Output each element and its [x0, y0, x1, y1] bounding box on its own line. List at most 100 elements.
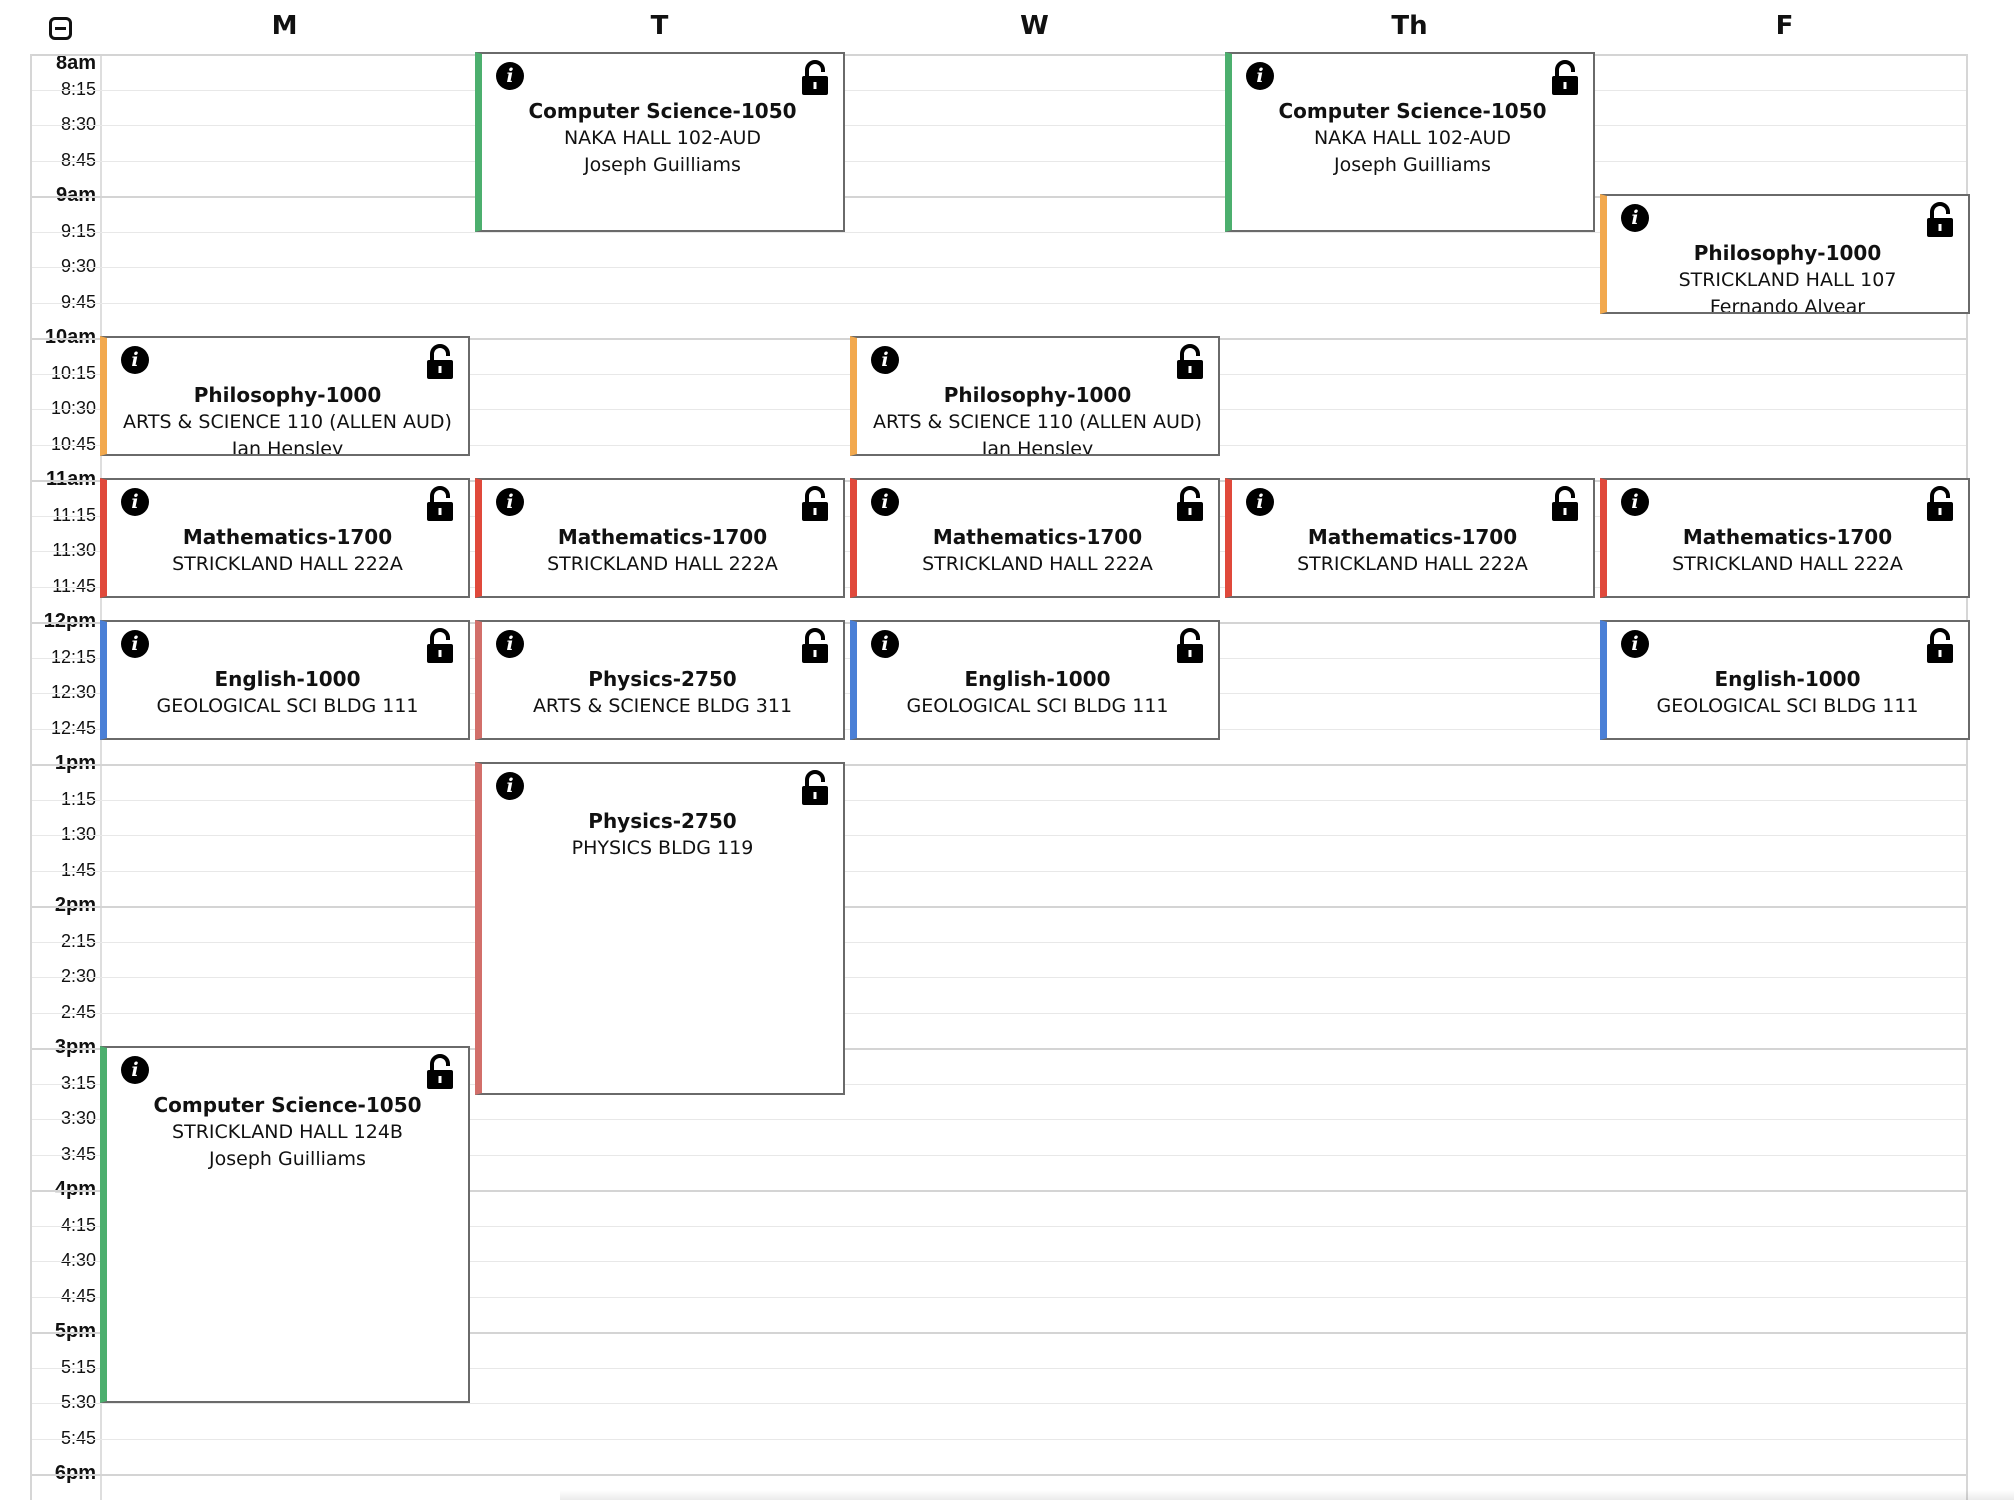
time-label: 10:30 [50, 398, 96, 418]
lock-icon[interactable] [800, 486, 830, 522]
time-label: 1:45 [60, 859, 96, 880]
info-icon[interactable]: i [496, 62, 524, 90]
time-label: 1pm [54, 752, 96, 774]
info-icon[interactable]: i [496, 772, 524, 800]
course-block[interactable]: i Philosophy-1000 ARTS & SCIENCE 110 (ALLE… [100, 336, 470, 457]
course-block[interactable]: i Physics-2750 PHYSICS BLDG 119 [475, 762, 845, 1096]
time-label: 8:15 [60, 78, 96, 99]
time-label: 9:15 [60, 220, 96, 241]
course-location: STRICKLAND HALL 107 [1678, 269, 1897, 291]
info-icon[interactable]: i [496, 630, 524, 658]
course-text: English-1000 GEOLOGICAL SCI BLDG 111 [1607, 666, 1968, 720]
info-icon[interactable]: i [871, 630, 899, 658]
time-label: 11:45 [52, 575, 96, 596]
course-text: Mathematics-1700 STRICKLAND HALL 222A [482, 524, 843, 578]
time-label: 10am [44, 326, 96, 348]
lock-icon[interactable] [1550, 60, 1580, 96]
course-block[interactable]: i Philosophy-1000 ARTS & SCIENCE 110 (ALLE… [850, 336, 1220, 457]
course-block[interactable]: i Philosophy-1000 STRICKLAND HALL 107 Ferna… [1600, 194, 1970, 315]
grid-line [32, 1474, 1966, 1476]
course-location: GEOLOGICAL SCI BLDG 111 [156, 695, 419, 717]
grid-line [32, 54, 1966, 56]
info-icon[interactable]: i [1621, 488, 1649, 516]
course-location: STRICKLAND HALL 222A [172, 553, 403, 575]
course-title: Mathematics-1700 [1307, 525, 1518, 549]
info-icon[interactable]: i [1246, 62, 1274, 90]
day-header-friday: F [1775, 11, 1794, 41]
lock-icon[interactable] [1175, 344, 1205, 380]
grid-line [32, 764, 1966, 766]
course-text: Philosophy-1000 ARTS & SCIENCE 110 (ALLEN… [107, 382, 468, 454]
time-label: 5:15 [60, 1356, 96, 1377]
time-label: 12:15 [50, 646, 96, 667]
grid-line [32, 977, 1966, 978]
info-icon[interactable]: i [121, 488, 149, 516]
lock-icon[interactable] [800, 628, 830, 664]
course-block[interactable]: i Mathematics-1700 STRICKLAND HALL 222A [100, 478, 470, 599]
course-block[interactable]: i Mathematics-1700 STRICKLAND HALL 222A [850, 478, 1220, 599]
course-block[interactable]: i Physics-2750 ARTS & SCIENCE BLDG 311 [475, 620, 845, 741]
course-text: English-1000 GEOLOGICAL SCI BLDG 111 [857, 666, 1218, 720]
lock-icon[interactable] [800, 60, 830, 96]
course-title: Mathematics-1700 [557, 525, 768, 549]
time-label: 3pm [54, 1036, 96, 1058]
info-icon[interactable]: i [871, 346, 899, 374]
lock-icon[interactable] [425, 344, 455, 380]
time-label: 10:15 [50, 362, 96, 383]
lock-icon[interactable] [1175, 628, 1205, 664]
course-text: Computer Science-1050 NAKA HALL 102-AUD Jo… [1232, 98, 1593, 179]
lock-icon[interactable] [1925, 628, 1955, 664]
time-label: 12:30 [50, 682, 96, 702]
course-block[interactable]: i Computer Science-1050 NAKA HALL 102-AUD J… [475, 52, 845, 232]
info-icon[interactable]: i [1621, 630, 1649, 658]
time-label: 3:15 [60, 1072, 96, 1093]
lock-icon[interactable] [425, 628, 455, 664]
course-block[interactable]: i Computer Science-1050 STRICKLAND HALL 12… [100, 1046, 470, 1403]
grid-line [32, 89, 1966, 91]
course-title: English-1000 [1714, 667, 1861, 691]
course-block[interactable]: i Mathematics-1700 STRICKLAND HALL 222A [1600, 478, 1970, 599]
info-icon[interactable]: i [121, 630, 149, 658]
course-block[interactable]: i English-1000 GEOLOGICAL SCI BLDG 111 [1600, 620, 1970, 741]
time-label: 11:30 [52, 540, 96, 560]
time-label: 1:30 [60, 824, 96, 844]
course-instructor: Joseph Guilliams [584, 154, 741, 176]
time-label: 4:45 [60, 1285, 96, 1306]
time-label: 12pm [43, 610, 96, 632]
course-block[interactable]: i Mathematics-1700 STRICKLAND HALL 222A [1225, 478, 1595, 599]
course-text: Mathematics-1700 STRICKLAND HALL 222A [1607, 524, 1968, 578]
lock-icon[interactable] [1550, 486, 1580, 522]
lock-icon[interactable] [1175, 486, 1205, 522]
collapse-minus-icon[interactable] [49, 17, 72, 40]
time-label: 8:30 [60, 114, 96, 134]
info-icon[interactable]: i [871, 488, 899, 516]
course-title: Physics-2750 [588, 667, 737, 691]
info-icon[interactable]: i [121, 1056, 149, 1084]
day-header-row: M T W Th F [0, 0, 2014, 54]
info-icon[interactable]: i [1621, 204, 1649, 232]
grid-line [32, 799, 1966, 801]
lock-icon[interactable] [1925, 486, 1955, 522]
time-label: 8am [55, 54, 96, 74]
course-block[interactable]: i English-1000 GEOLOGICAL SCI BLDG 111 [850, 620, 1220, 741]
course-instructor: Joseph Guilliams [1334, 154, 1491, 176]
course-text: Philosophy-1000 STRICKLAND HALL 107 Fernan… [1607, 240, 1968, 312]
time-label: 8:45 [60, 149, 96, 170]
course-location: NAKA HALL 102-AUD [563, 127, 762, 149]
lock-icon[interactable] [1925, 202, 1955, 238]
lock-icon[interactable] [425, 486, 455, 522]
grid-line [32, 125, 1966, 126]
course-text: Mathematics-1700 STRICKLAND HALL 222A [1232, 524, 1593, 578]
course-block[interactable]: i English-1000 GEOLOGICAL SCI BLDG 111 [100, 620, 470, 741]
grid-line [32, 1438, 1966, 1440]
course-title: Physics-2750 [588, 809, 737, 833]
course-block[interactable]: i Mathematics-1700 STRICKLAND HALL 222A [475, 478, 845, 599]
course-title: Philosophy-1000 [193, 383, 382, 407]
lock-icon[interactable] [425, 1054, 455, 1090]
info-icon[interactable]: i [1246, 488, 1274, 516]
info-icon[interactable]: i [121, 346, 149, 374]
info-icon[interactable]: i [496, 488, 524, 516]
course-block[interactable]: i Computer Science-1050 NAKA HALL 102-AUD J… [1225, 52, 1595, 232]
course-title: Philosophy-1000 [943, 383, 1132, 407]
lock-icon[interactable] [800, 770, 830, 806]
